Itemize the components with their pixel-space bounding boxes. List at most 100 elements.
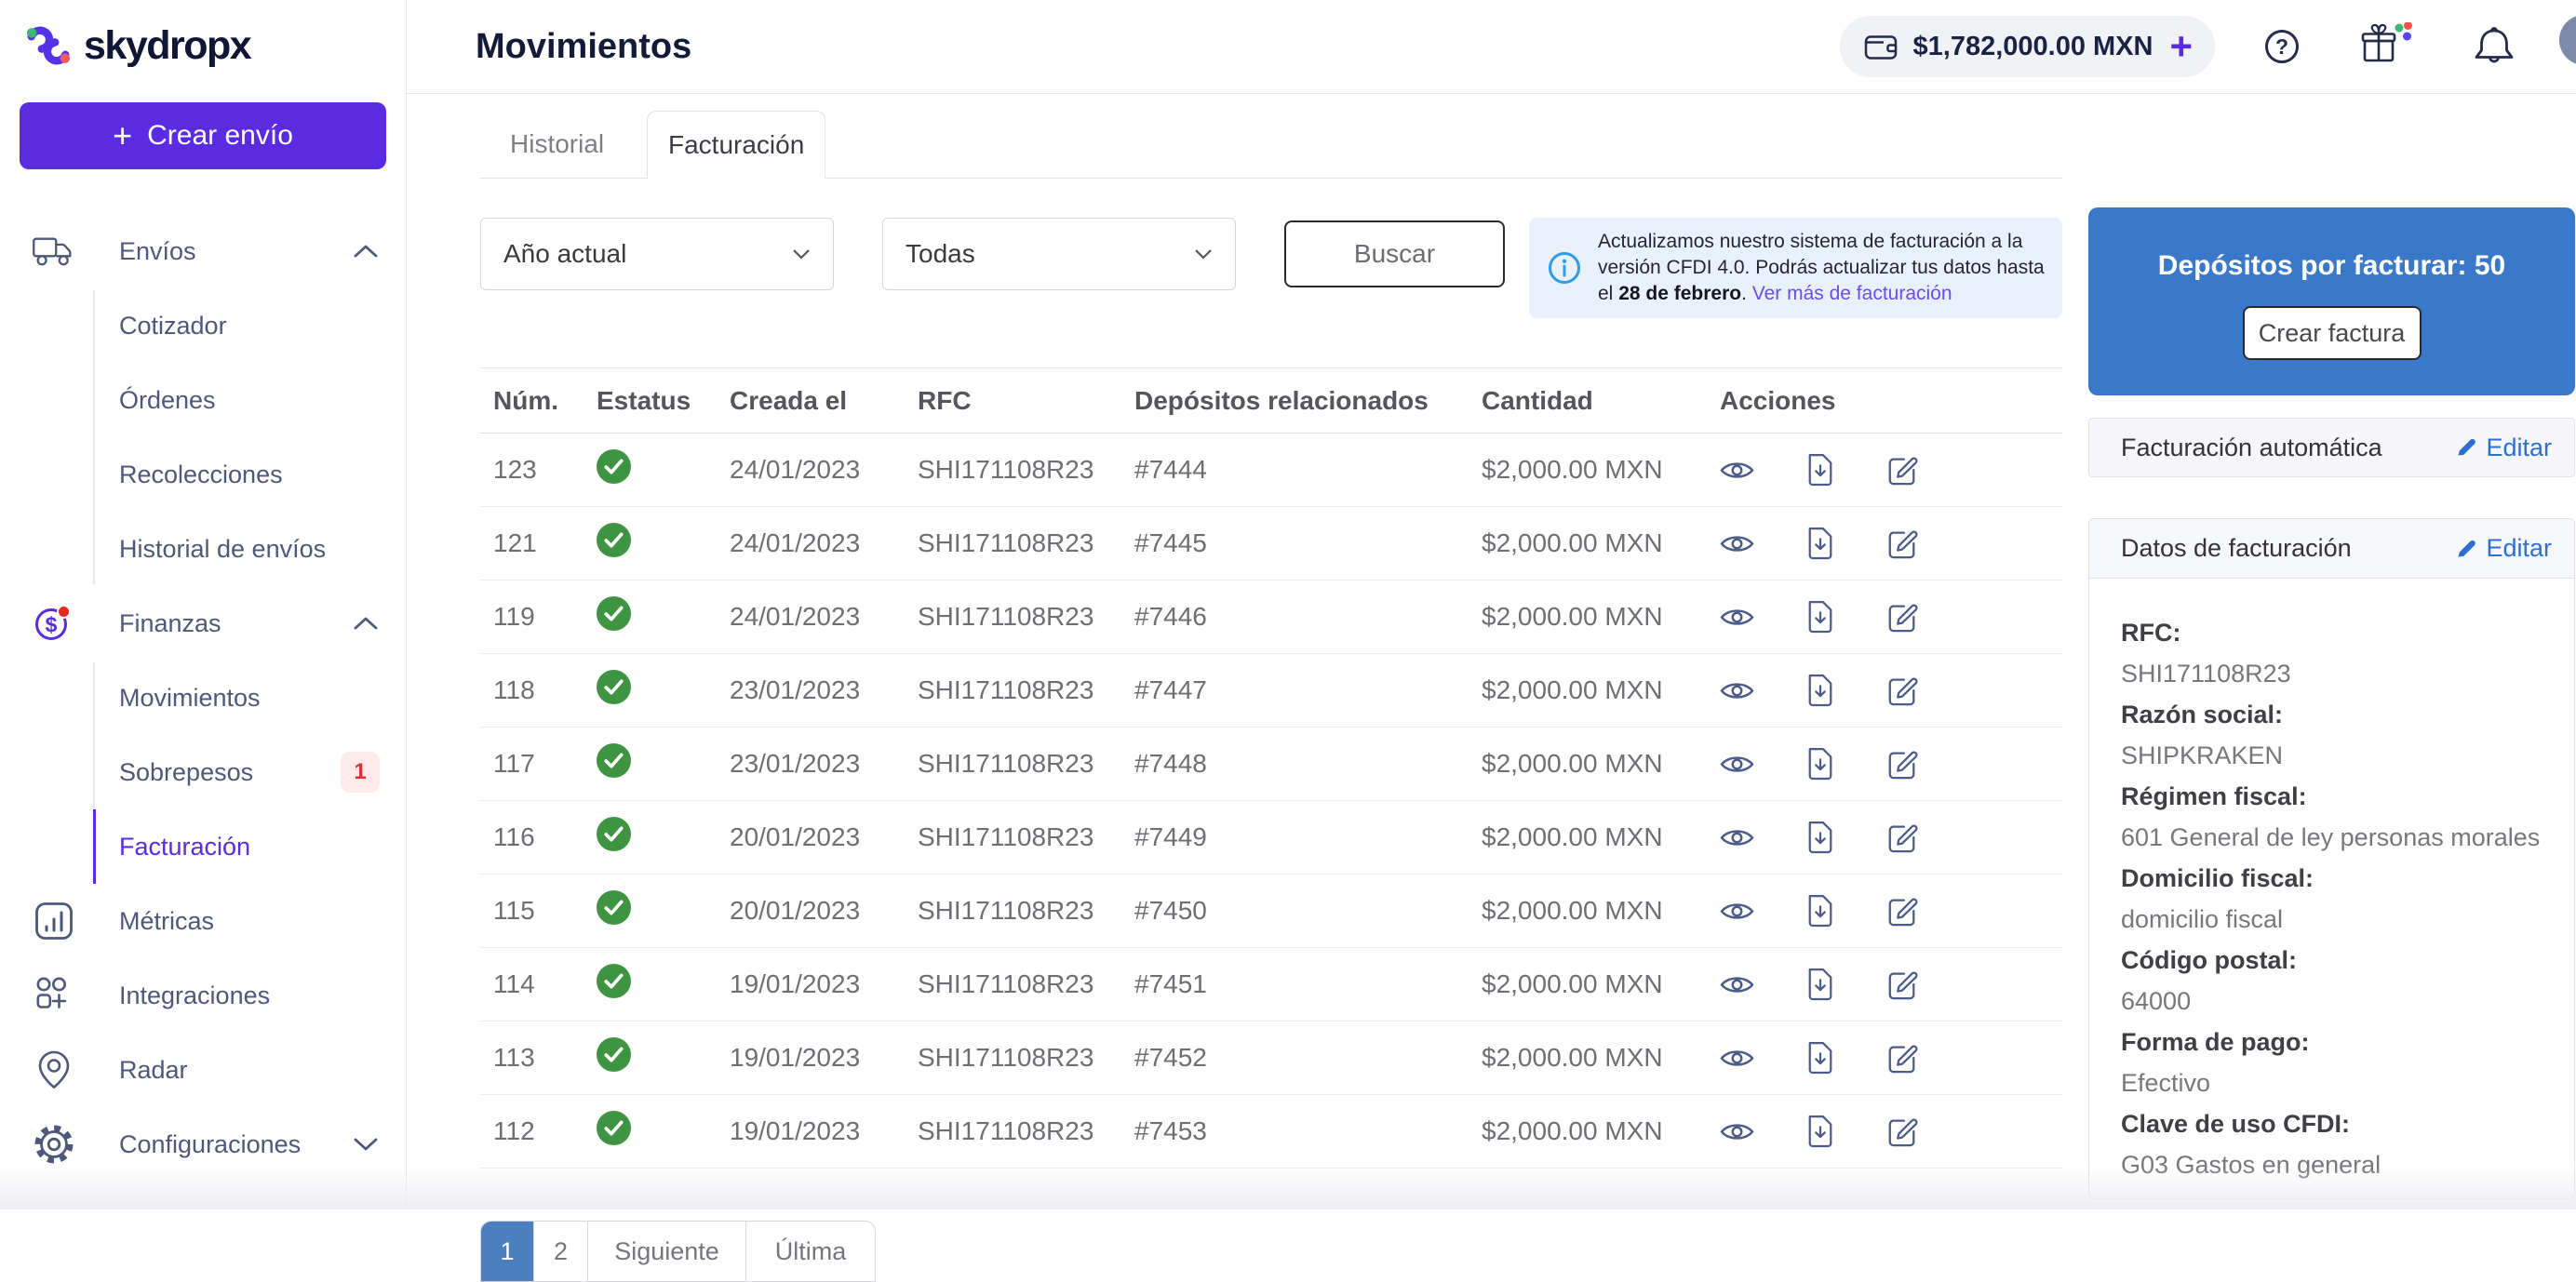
edit-icon[interactable] — [1886, 601, 1918, 633]
plus-icon: + — [113, 119, 132, 153]
edit-icon[interactable] — [1886, 895, 1918, 927]
edit-icon[interactable] — [1886, 968, 1918, 1000]
edit-icon[interactable] — [1886, 1115, 1918, 1147]
billing-data-edit-link[interactable]: Editar — [2456, 534, 2552, 563]
sidebar: skydropx + Crear envío Envíos — [0, 0, 407, 1209]
sidebar-item-metricas[interactable]: Métricas — [0, 884, 406, 958]
download-document-icon[interactable] — [1806, 747, 1834, 781]
tab-bar: Historial Facturación — [480, 110, 2062, 179]
edit-icon[interactable] — [1886, 748, 1918, 780]
cell-rfc: SHI171108R23 — [918, 969, 1134, 999]
help-icon[interactable]: ? — [2258, 22, 2306, 71]
last-page-button[interactable]: Última — [746, 1222, 875, 1281]
cell-amount: $2,000.00 MXN — [1482, 969, 1720, 999]
sidebar-item-finanzas[interactable]: $ Finanzas — [0, 586, 406, 661]
sidebar-item-label: Finanzas — [119, 609, 221, 638]
view-eye-icon[interactable] — [1720, 679, 1754, 702]
banner-link[interactable]: Ver más de facturación — [1752, 283, 1952, 304]
sidebar-item-configuraciones[interactable]: Configuraciones — [0, 1107, 406, 1182]
avatar[interactable] — [2559, 15, 2576, 65]
sidebar-item-radar[interactable]: Radar — [0, 1033, 406, 1107]
download-document-icon[interactable] — [1806, 968, 1834, 1001]
status-badge — [597, 596, 730, 637]
search-button[interactable]: Buscar — [1284, 220, 1505, 287]
sobrepesos-count-badge: 1 — [341, 752, 380, 793]
wallet-balance-pill[interactable]: $1,782,000.00 MXN + — [1840, 16, 2216, 77]
next-page-button[interactable]: Siguiente — [588, 1222, 746, 1281]
view-eye-icon[interactable] — [1720, 826, 1754, 849]
sidebar-item-movimientos[interactable]: Movimientos — [0, 661, 406, 735]
view-eye-icon[interactable] — [1720, 1047, 1754, 1070]
create-invoice-button[interactable]: Crear factura — [2243, 306, 2422, 360]
cell-rfc: SHI171108R23 — [918, 1116, 1134, 1146]
view-eye-icon[interactable] — [1720, 606, 1754, 629]
bell-icon[interactable] — [2470, 24, 2518, 69]
cell-num: 113 — [493, 1043, 597, 1073]
edit-icon[interactable] — [1886, 1042, 1918, 1074]
year-select[interactable]: Año actual — [480, 218, 834, 290]
download-document-icon[interactable] — [1806, 1115, 1834, 1148]
create-shipment-button[interactable]: + Crear envío — [20, 102, 386, 169]
billing-data-card: Datos de facturación Editar RFC: SHI1711… — [2088, 518, 2575, 1199]
view-eye-icon[interactable] — [1720, 900, 1754, 923]
cell-deposit: #7449 — [1134, 822, 1482, 852]
edit-icon[interactable] — [1886, 821, 1918, 853]
view-eye-icon[interactable] — [1720, 532, 1754, 555]
sidebar-item-integraciones[interactable]: Integraciones — [0, 958, 406, 1033]
sidebar-item-ordenes[interactable]: Órdenes — [0, 363, 406, 437]
svg-text:$: $ — [46, 613, 58, 637]
chevron-down-icon — [1194, 248, 1213, 260]
download-document-icon[interactable] — [1806, 821, 1834, 854]
sidebar-item-sobrepesos[interactable]: Sobrepesos 1 — [0, 735, 406, 809]
table-row: 115 20/01/2023 SHI171108R23 #7450 $2,000… — [480, 875, 2062, 948]
view-eye-icon[interactable] — [1720, 459, 1754, 482]
gift-icon[interactable] — [2360, 22, 2412, 71]
logo-text: skydropx — [84, 23, 250, 69]
sidebar-item-recolecciones[interactable]: Recolecciones — [0, 437, 406, 512]
sidebar-item-facturacion[interactable]: Facturación — [0, 809, 406, 884]
edit-icon[interactable] — [1886, 454, 1918, 486]
edit-icon[interactable] — [1886, 674, 1918, 706]
cell-date: 24/01/2023 — [730, 602, 918, 632]
table-row: 121 24/01/2023 SHI171108R23 #7445 $2,000… — [480, 507, 2062, 581]
download-document-icon[interactable] — [1806, 894, 1834, 928]
filters-row: Año actual Todas Buscar — [480, 218, 2062, 318]
sidebar-item-label: Radar — [119, 1056, 188, 1085]
sidebar-item-cotizador[interactable]: Cotizador — [0, 288, 406, 363]
status-badge — [597, 817, 730, 858]
location-pin-icon — [32, 1049, 76, 1090]
download-document-icon[interactable] — [1806, 600, 1834, 634]
auto-billing-edit-link[interactable]: Editar — [2456, 434, 2552, 462]
add-funds-button[interactable]: + — [2169, 29, 2193, 64]
field-label: Código postal: — [2121, 940, 2546, 981]
sidebar-item-envios[interactable]: Envíos — [0, 214, 406, 288]
cell-deposit: #7452 — [1134, 1043, 1482, 1073]
cell-date: 19/01/2023 — [730, 969, 918, 999]
tab-historial[interactable]: Historial — [480, 110, 634, 178]
tab-facturacion[interactable]: Facturación — [647, 111, 825, 179]
download-document-icon[interactable] — [1806, 453, 1834, 487]
billing-data-body: RFC: SHI171108R23 Razón social: SHIPKRAK… — [2089, 579, 2574, 1185]
cell-deposit: #7444 — [1134, 455, 1482, 485]
download-document-icon[interactable] — [1806, 527, 1834, 560]
page-button-2[interactable]: 2 — [534, 1222, 588, 1281]
sidebar-item-label: Envíos — [119, 237, 196, 266]
cell-num: 112 — [493, 1116, 597, 1146]
finanzas-subnav: Movimientos Sobrepesos 1 Facturación — [0, 661, 406, 884]
content: Historial Facturación Año actual Todas — [407, 94, 2576, 1209]
status-select[interactable]: Todas — [882, 218, 1236, 290]
sidebar-item-historial-envios[interactable]: Historial de envíos — [0, 512, 406, 586]
status-badge — [597, 1037, 730, 1078]
view-eye-icon[interactable] — [1720, 1120, 1754, 1143]
cell-date: 23/01/2023 — [730, 675, 918, 705]
download-document-icon[interactable] — [1806, 674, 1834, 707]
col-creada: Creada el — [730, 386, 918, 416]
edit-icon[interactable] — [1886, 527, 1918, 559]
table-row: 112 19/01/2023 SHI171108R23 #7453 $2,000… — [480, 1095, 2062, 1168]
cell-deposit: #7453 — [1134, 1116, 1482, 1146]
skydropx-logo[interactable]: skydropx — [0, 0, 406, 74]
page-button-1[interactable]: 1 — [481, 1222, 534, 1281]
download-document-icon[interactable] — [1806, 1041, 1834, 1075]
view-eye-icon[interactable] — [1720, 973, 1754, 996]
view-eye-icon[interactable] — [1720, 753, 1754, 776]
